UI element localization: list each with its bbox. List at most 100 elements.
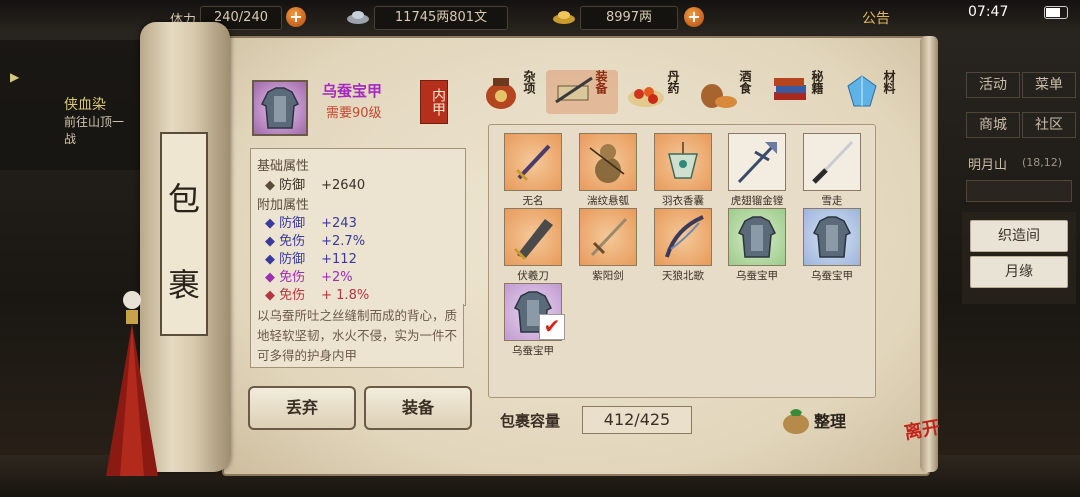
inventory-item-name: 虎翅镏金镗 bbox=[730, 195, 784, 207]
inventory-slot[interactable] bbox=[728, 208, 786, 266]
add-stamina-button[interactable]: + bbox=[286, 7, 306, 27]
activity-button[interactable]: 活动 bbox=[966, 72, 1020, 98]
minimap-strip[interactable] bbox=[966, 180, 1072, 202]
inventory-item-name: 伏羲刀 bbox=[517, 270, 549, 282]
stat-value: +112 bbox=[321, 252, 357, 267]
inventory-item-name: 乌蚕宝甲 bbox=[736, 270, 778, 282]
gourd-icon bbox=[589, 144, 625, 183]
expand-arrow-icon[interactable]: ▶ bbox=[10, 70, 24, 84]
stat-row: ◆ 免伤 +2.7% bbox=[265, 230, 365, 249]
stat-row: ◆ 防御 +112 bbox=[265, 248, 357, 267]
stat-value: +2640 bbox=[321, 178, 366, 193]
location-coords: (18,12) bbox=[1022, 156, 1063, 169]
scroll-right-roller bbox=[920, 36, 938, 472]
wine-food-icon bbox=[701, 84, 737, 108]
stat-row: ◆ 免伤 + 1.8% bbox=[265, 284, 369, 303]
tab-misc[interactable]: 杂项 bbox=[478, 68, 542, 112]
capacity-label: 包裹容量 bbox=[500, 412, 561, 430]
scroll-title-char: 包 bbox=[167, 180, 200, 218]
stat-value: + 1.8% bbox=[321, 288, 370, 303]
item-name: 乌蚕宝甲 bbox=[322, 82, 383, 100]
inventory-slot[interactable] bbox=[654, 208, 712, 266]
dagger-icon bbox=[515, 144, 551, 182]
books-icon bbox=[774, 78, 806, 100]
notice-button[interactable]: 公告 bbox=[862, 8, 890, 28]
pills-icon bbox=[628, 87, 664, 107]
money-bag-icon[interactable] bbox=[780, 404, 812, 434]
tab-label: 杂项 bbox=[522, 70, 536, 94]
inventory-slot[interactable] bbox=[504, 208, 562, 266]
stat-label: 防御 bbox=[279, 178, 306, 193]
stat-label: 防御 bbox=[279, 252, 306, 267]
stat-row: ◆ 防御 +243 bbox=[265, 212, 357, 231]
inventory-slot[interactable] bbox=[504, 133, 562, 191]
extra-attributes-header: 附加属性 bbox=[257, 198, 310, 213]
side-option-moon-fate[interactable]: 月缘 bbox=[970, 256, 1068, 288]
tab-label: 秘籍 bbox=[810, 70, 824, 94]
inventory-slot[interactable] bbox=[803, 208, 861, 266]
broad-blade-icon bbox=[513, 219, 553, 261]
menu-button[interactable]: 菜单 bbox=[1022, 72, 1076, 98]
armor-icon bbox=[737, 216, 777, 258]
crystal-icon bbox=[847, 75, 877, 107]
side-option-weaving-room[interactable]: 织造间 bbox=[970, 220, 1068, 252]
inventory-item-name: 紫阳剑 bbox=[592, 270, 624, 282]
selected-item-icon bbox=[252, 80, 308, 136]
silver-value: 11745两801文 bbox=[374, 6, 508, 30]
quest-title[interactable]: 侠血染 bbox=[64, 94, 106, 114]
inventory-slot[interactable] bbox=[728, 133, 786, 191]
inventory-item-name: 湍纹悬瓠 bbox=[587, 195, 629, 207]
equip-button[interactable]: 装备 bbox=[364, 386, 472, 430]
battery-icon bbox=[1044, 6, 1068, 19]
status-time: 07:47 bbox=[968, 4, 1009, 20]
tab-wine-food[interactable]: 酒食 bbox=[694, 68, 758, 112]
add-gold-button[interactable]: + bbox=[684, 7, 704, 27]
location-name: 明月山 bbox=[968, 158, 1008, 173]
inventory-item-name: 无名 bbox=[522, 195, 544, 207]
tab-manuals[interactable]: 秘籍 bbox=[766, 68, 830, 112]
tab-label: 材料 bbox=[882, 70, 896, 94]
stat-label: 免伤 bbox=[279, 270, 306, 285]
capacity-value: 412/425 bbox=[582, 406, 692, 434]
stat-label: 免伤 bbox=[279, 288, 306, 303]
inventory-slot-selected[interactable]: ✔ bbox=[504, 283, 565, 341]
inventory-slot[interactable] bbox=[579, 133, 637, 191]
armor-icon bbox=[260, 87, 300, 129]
stat-label: 防御 bbox=[279, 216, 306, 231]
scroll-weapon-icon bbox=[555, 76, 593, 104]
shop-button[interactable]: 商城 bbox=[966, 112, 1020, 138]
discard-button[interactable]: 丢弃 bbox=[248, 386, 356, 430]
selected-check-icon: ✔ bbox=[539, 314, 565, 340]
inventory-item-name: 天狼北歌 bbox=[662, 270, 704, 282]
tab-label: 装备 bbox=[594, 70, 608, 94]
armor-icon bbox=[812, 216, 852, 258]
inventory-item-name: 乌蚕宝甲 bbox=[512, 345, 554, 357]
tab-label: 酒食 bbox=[738, 70, 752, 94]
sort-button[interactable]: 整理 bbox=[814, 408, 846, 432]
base-attributes-header: 基础属性 bbox=[257, 159, 310, 174]
stat-value: +243 bbox=[321, 216, 357, 231]
item-level-requirement: 需要90级 bbox=[326, 106, 382, 121]
jar-icon bbox=[486, 78, 516, 109]
trident-icon bbox=[737, 142, 777, 184]
inventory-slot[interactable] bbox=[579, 208, 637, 266]
inventory-item-name: 雪走 bbox=[821, 195, 843, 207]
tab-label: 丹药 bbox=[666, 70, 680, 94]
katana-icon bbox=[812, 140, 854, 184]
gold-value: 8997两 bbox=[580, 6, 678, 30]
tassel-decoration bbox=[98, 290, 178, 480]
tab-materials[interactable]: 材料 bbox=[838, 68, 902, 112]
stat-value: +2.7% bbox=[321, 234, 366, 249]
inventory-slot[interactable] bbox=[654, 133, 712, 191]
quest-description[interactable]: 前往山顶一战 bbox=[64, 114, 134, 148]
tab-equipment[interactable]: 装备 bbox=[550, 68, 614, 112]
side-option-label: 织造间 bbox=[998, 228, 1040, 244]
item-stats-box: 基础属性 ◆ 防御 +2640 附加属性 ◆ 防御 +243 ◆ 免伤 +2.7% ◆… bbox=[250, 148, 466, 306]
inventory-slot[interactable] bbox=[803, 133, 861, 191]
item-slot-tag: 内甲 bbox=[420, 80, 448, 124]
community-button[interactable]: 社区 bbox=[1022, 112, 1076, 138]
tab-pills[interactable]: 丹药 bbox=[622, 68, 686, 112]
gold-ingot-icon bbox=[552, 8, 576, 26]
stat-row: ◆ 防御 +2640 bbox=[265, 174, 365, 193]
category-tabs: 杂项 装备 丹药 酒食 秘籍 材料 bbox=[478, 68, 906, 114]
